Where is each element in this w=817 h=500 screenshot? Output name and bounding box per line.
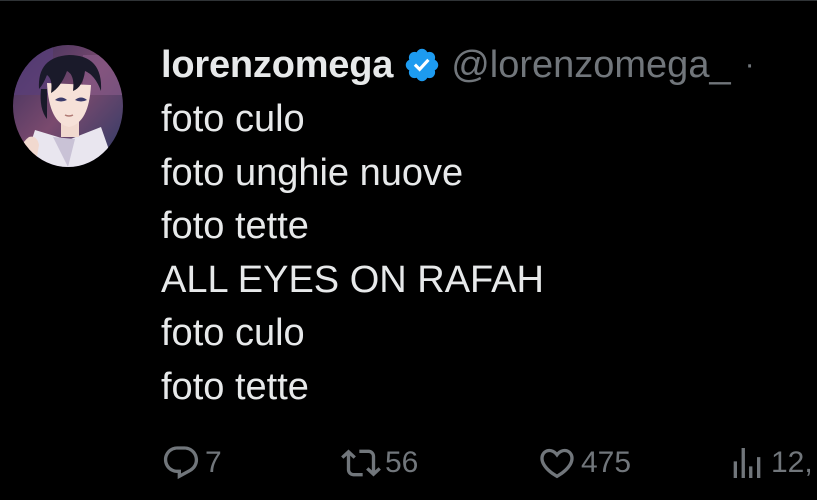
views-count: 12,: [771, 446, 813, 479]
reply-icon: [163, 446, 199, 480]
display-name[interactable]: lorenzomega: [161, 44, 393, 87]
tweet-text: foto culo foto unghie nuove foto tette A…: [161, 93, 801, 414]
avatar-image: [13, 45, 123, 167]
separator-dot: ·: [744, 48, 755, 81]
views-button[interactable]: 12,: [727, 441, 813, 485]
user-handle[interactable]: @lorenzomega_: [451, 44, 730, 87]
tweet-text-line: foto unghie nuove: [161, 151, 464, 194]
retweet-icon: [341, 449, 381, 477]
reply-button[interactable]: 7: [161, 441, 222, 485]
tweet-text-line: foto tette: [161, 205, 309, 247]
action-bar: 7 56 475 12,: [161, 441, 817, 485]
tweet-header: lorenzomega @lorenzomega_ ·: [161, 41, 755, 89]
tweet-text-line: foto tette: [161, 365, 309, 408]
tweet[interactable]: lorenzomega @lorenzomega_ · foto culo fo…: [0, 0, 817, 500]
reply-count: 7: [205, 446, 222, 479]
retweet-count: 56: [385, 446, 419, 479]
verified-badge-icon[interactable]: [403, 46, 441, 84]
like-count: 475: [581, 446, 632, 479]
retweet-button[interactable]: 56: [341, 441, 418, 485]
views-icon: [733, 448, 761, 478]
like-button[interactable]: 475: [537, 441, 631, 485]
tweet-text-line: foto culo: [161, 98, 305, 140]
tweet-text-line: foto culo: [161, 312, 305, 354]
heart-icon: [540, 448, 574, 479]
tweet-text-line: ALL EYES ON RAFAH: [161, 258, 544, 301]
avatar[interactable]: [13, 45, 123, 167]
